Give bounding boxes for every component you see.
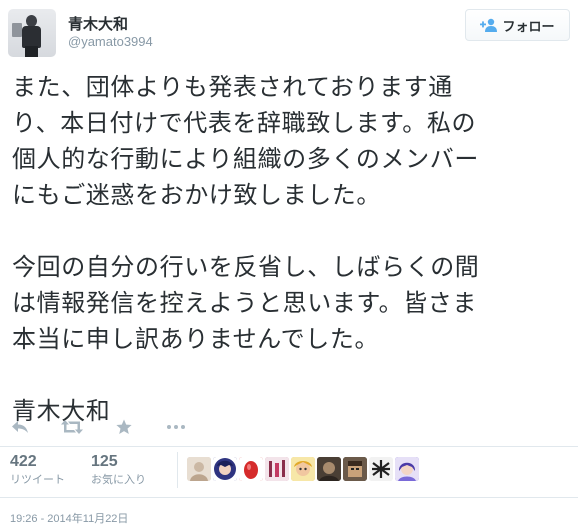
- favoriter-avatar[interactable]: [239, 457, 263, 481]
- retweet-icon: [61, 420, 83, 434]
- reply-icon: [11, 420, 29, 434]
- retweet-count: 422: [10, 453, 37, 470]
- avatar-body-shape: [22, 26, 41, 48]
- follow-button[interactable]: フォロー: [465, 9, 570, 41]
- tweet-text: また、団体よりも発表されております通 り、本日付けで代表を辞職致します。私の 個…: [12, 74, 480, 425]
- add-person-icon: [480, 18, 498, 32]
- reply-button[interactable]: [10, 418, 30, 436]
- star-icon: [116, 419, 132, 435]
- favoriter-avatar[interactable]: [395, 457, 419, 481]
- more-button[interactable]: [166, 418, 186, 436]
- retweet-stat[interactable]: 422 リツイート: [10, 452, 65, 488]
- favoriter-avatar[interactable]: [369, 457, 393, 481]
- author-fullname[interactable]: 青木大和: [68, 13, 128, 34]
- favoriter-avatar[interactable]: [265, 457, 289, 481]
- favoriter-avatar[interactable]: [317, 457, 341, 481]
- favoriter-avatar[interactable]: [291, 457, 315, 481]
- favorite-count: 125: [91, 453, 118, 470]
- tweet-header: 青木大和 @yamato3994 フォロー: [8, 9, 570, 57]
- author-username[interactable]: @yamato3994: [68, 34, 153, 49]
- author-avatar[interactable]: [8, 9, 56, 57]
- stats-divider: [177, 452, 178, 488]
- avatar-sign-shape: [12, 23, 22, 37]
- avatar-legs-shape: [25, 46, 38, 57]
- tweet-actions: [10, 418, 218, 436]
- favoriters-list: [187, 457, 421, 481]
- more-dots-icon: [167, 425, 185, 429]
- tweet-timestamp[interactable]: 19:26 - 2014年11月22日: [10, 510, 128, 526]
- retweet-label: リツイート: [10, 474, 65, 486]
- favorite-button[interactable]: [114, 418, 134, 436]
- divider-bottom: [0, 497, 578, 498]
- favoriter-avatar[interactable]: [187, 457, 211, 481]
- retweet-button[interactable]: [61, 418, 83, 436]
- divider-top: [0, 446, 578, 447]
- follow-button-label: フォロー: [502, 18, 555, 34]
- favoriter-avatar[interactable]: [343, 457, 367, 481]
- favorite-stat[interactable]: 125 お気に入り: [91, 452, 146, 488]
- favorite-label: お気に入り: [91, 474, 146, 486]
- favoriter-avatar[interactable]: [213, 457, 237, 481]
